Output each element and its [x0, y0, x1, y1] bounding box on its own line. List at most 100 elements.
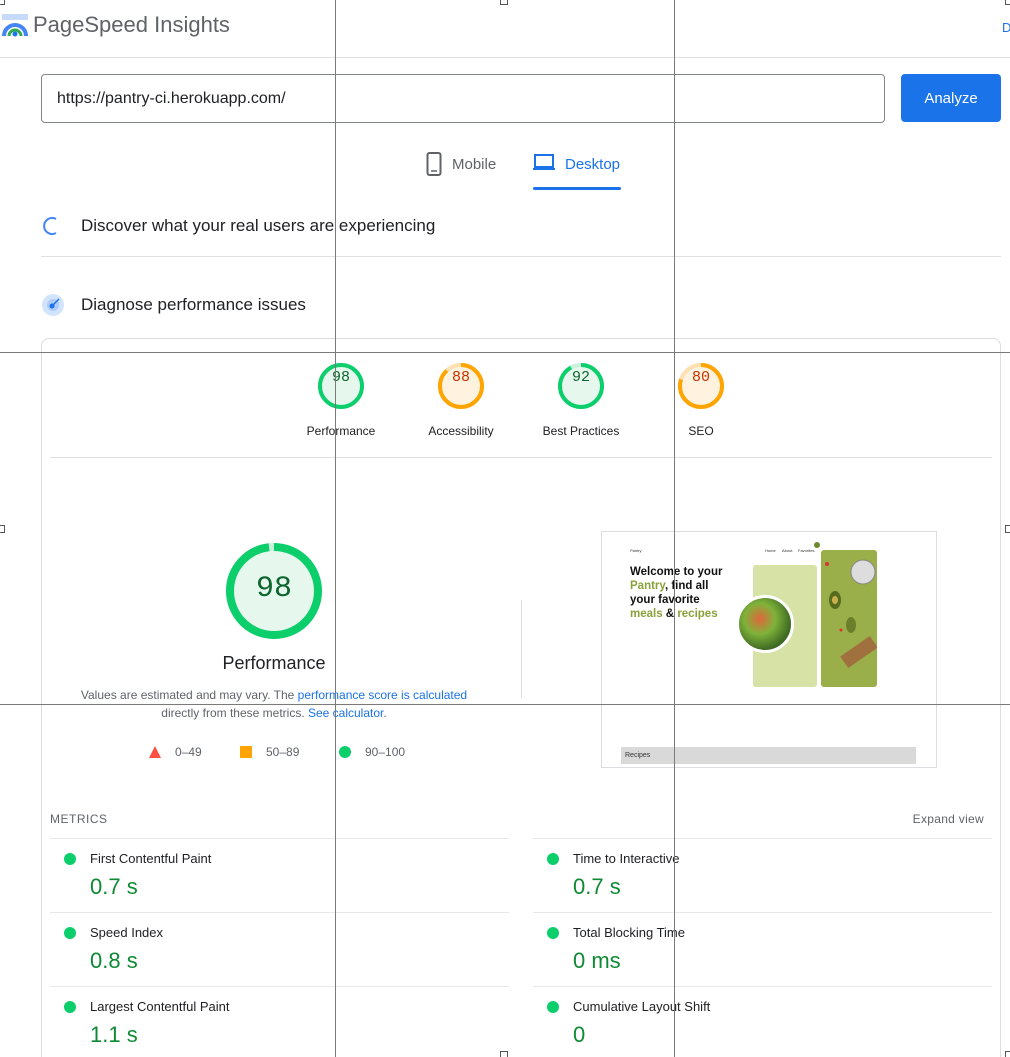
gauge-performance-value: 98	[331, 369, 350, 386]
performance-big-label: Performance	[222, 653, 326, 673]
hero-pantry: Pantry	[630, 580, 665, 592]
gauge-best-practices-label[interactable]: Best Practices	[526, 424, 636, 438]
tab-mobile-label: Mobile	[452, 156, 497, 173]
analyze-button[interactable]: Analyze	[901, 74, 1001, 122]
expand-view-toggle[interactable]: Expand view	[913, 812, 984, 826]
url-input[interactable]	[41, 74, 885, 123]
desc-end: .	[383, 706, 387, 720]
metric-name: Cumulative Layout Shift	[573, 999, 711, 1014]
gauge-seo-label[interactable]: SEO	[646, 424, 756, 438]
metric-value: 0.7 s	[90, 874, 138, 899]
thumb-food-illustration	[825, 559, 878, 669]
resize-handle[interactable]	[0, 525, 5, 533]
final-screenshot: Pantry Home About Favorites Welcome to y…	[601, 531, 937, 768]
resize-handle[interactable]	[500, 0, 508, 5]
metric-value: 0.7 s	[573, 874, 621, 899]
performance-big-score: 98	[255, 572, 292, 606]
metric-name: Time to Interactive	[573, 851, 680, 866]
real-users-section[interactable]: Discover what your real users are experi…	[41, 211, 1001, 241]
resize-handle[interactable]	[0, 0, 5, 5]
hero-line3: your favorite	[630, 594, 700, 606]
thumb-nav-home: Home	[765, 548, 776, 553]
phone-icon	[426, 152, 442, 176]
laptop-icon	[533, 154, 555, 170]
pagespeed-logo-icon[interactable]	[2, 14, 28, 38]
metric-value: 0.8 s	[90, 948, 138, 973]
square-icon	[240, 746, 252, 758]
pass-circle-icon	[64, 853, 76, 865]
resize-handle[interactable]	[500, 1051, 508, 1057]
thumb-hero-text: Welcome to your Pantry, find all your fa…	[630, 565, 722, 621]
hero-meals: meals	[630, 608, 663, 620]
thumb-hero-panel-dark	[821, 550, 878, 687]
hero-line2: , find all	[664, 580, 709, 592]
section-divider	[41, 256, 1001, 257]
desc-middle: directly from these metrics.	[161, 706, 308, 720]
gauge-performance-label[interactable]: Performance	[286, 424, 396, 438]
app-header: PageSpeed Insights D	[0, 0, 1010, 58]
metric-fcp: First Contentful Paint 0.7 s	[50, 838, 510, 912]
tab-desktop[interactable]: Desktop	[533, 152, 622, 190]
desc-prefix: Values are estimated and may vary. The	[80, 688, 298, 702]
legend-pass-range: 90–100	[365, 745, 406, 759]
hero-recipes: recipes	[677, 608, 718, 620]
gauge-accessibility-label[interactable]: Accessibility	[406, 424, 516, 438]
legend-average-range: 50–89	[266, 745, 300, 759]
gauge-accessibility-value: 88	[451, 369, 470, 386]
pass-circle-icon	[547, 927, 559, 939]
vertical-divider	[521, 600, 522, 698]
metrics-title: METRICS	[50, 812, 108, 826]
metric-tti: Time to Interactive 0.7 s	[533, 838, 993, 912]
legend-pass: 90–100	[339, 745, 405, 759]
thumb-nav-about: About	[782, 548, 793, 553]
triangle-icon	[149, 746, 161, 758]
legend-fail: 0–49	[149, 745, 202, 759]
guide-line	[674, 0, 675, 1057]
thumb-avatar	[814, 542, 820, 548]
metric-value: 0 ms	[573, 948, 621, 973]
gauge-seo-value: 80	[691, 369, 710, 386]
metric-name: Largest Contentful Paint	[90, 999, 230, 1014]
tab-mobile[interactable]: Mobile	[426, 152, 496, 190]
real-users-title: Discover what your real users are experi…	[81, 216, 436, 235]
resize-handle[interactable]	[1005, 0, 1010, 5]
diagnose-title: Diagnose performance issues	[81, 295, 306, 314]
thumb-salad-bowl	[736, 595, 794, 653]
docs-link[interactable]: D	[1002, 20, 1010, 35]
see-calculator-link[interactable]: See calculator	[308, 706, 383, 720]
score-calculated-link[interactable]: performance score is calculated	[298, 688, 467, 702]
metric-speed-index: Speed Index 0.8 s	[50, 912, 510, 986]
metric-value: 1.1 s	[90, 1022, 138, 1047]
guide-line	[335, 0, 336, 1057]
gauges-divider	[50, 457, 992, 458]
guide-line	[0, 352, 1010, 353]
thumb-recipes-bar: Recipes	[621, 747, 916, 764]
hero-amp: &	[662, 608, 678, 620]
diagnose-icon	[42, 294, 64, 316]
resize-handle[interactable]	[1005, 1051, 1010, 1057]
metric-cls: Cumulative Layout Shift 0	[533, 986, 993, 1057]
guide-line	[0, 704, 1010, 705]
pass-circle-icon	[64, 1001, 76, 1013]
metric-lcp: Largest Contentful Paint 1.1 s	[50, 986, 510, 1057]
legend-average: 50–89	[240, 745, 299, 759]
metric-value: 0	[573, 1022, 586, 1047]
loading-spinner-icon	[43, 217, 57, 235]
thumb-site-name: Pantry	[630, 548, 642, 553]
metric-name: Speed Index	[90, 925, 164, 940]
resize-handle[interactable]	[1005, 525, 1010, 533]
legend-fail-range: 0–49	[175, 745, 202, 759]
diagnose-section: Diagnose performance issues	[41, 290, 1001, 320]
metric-name: Total Blocking Time	[573, 925, 685, 940]
thumb-nav-favorites: Favorites	[798, 548, 815, 553]
pass-circle-icon	[547, 853, 559, 865]
circle-icon	[339, 746, 351, 758]
brand-title[interactable]: PageSpeed Insights	[33, 12, 230, 38]
tab-desktop-label: Desktop	[565, 156, 621, 173]
pass-circle-icon	[547, 1001, 559, 1013]
metric-name: First Contentful Paint	[90, 851, 212, 866]
metric-tbt: Total Blocking Time 0 ms	[533, 912, 993, 986]
hero-line1: Welcome to your	[630, 566, 723, 578]
pass-circle-icon	[64, 927, 76, 939]
gauge-best-practices-value: 92	[571, 369, 590, 386]
